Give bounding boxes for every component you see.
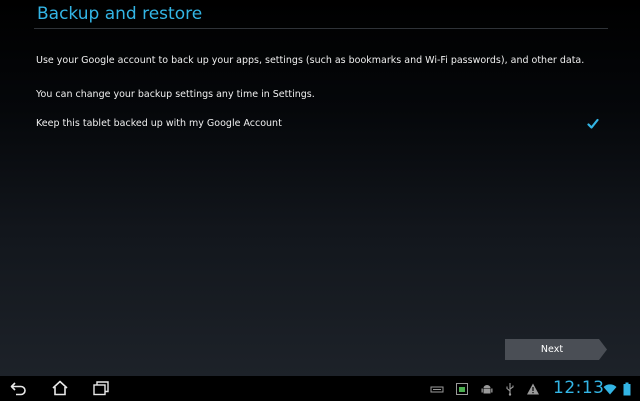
settings-note: You can change your backup settings any … xyxy=(36,89,315,100)
backup-description: Use your Google account to back up your … xyxy=(36,55,585,66)
warning-icon xyxy=(526,381,540,395)
keyboard-icon xyxy=(430,381,444,395)
clock: 12:13 xyxy=(553,378,605,398)
next-button-label: Next xyxy=(540,344,564,355)
next-button[interactable]: Next xyxy=(505,339,607,360)
usb-icon xyxy=(503,381,517,396)
battery-icon xyxy=(622,381,632,396)
screenshot-icon xyxy=(455,381,469,395)
backup-checkbox[interactable] xyxy=(586,116,600,130)
back-icon[interactable] xyxy=(9,379,29,397)
android-debug-icon xyxy=(480,381,494,395)
title-divider xyxy=(34,28,608,29)
system-bar: 12:13 xyxy=(0,376,640,400)
checkmark-icon xyxy=(587,118,599,129)
home-icon[interactable] xyxy=(50,379,70,397)
recent-apps-icon[interactable] xyxy=(91,379,111,397)
wifi-icon xyxy=(603,381,617,395)
setup-screen: Backup and restore Use your Google accou… xyxy=(0,0,640,376)
backup-option-label[interactable]: Keep this tablet backed up with my Googl… xyxy=(36,118,282,130)
page-title: Backup and restore xyxy=(37,4,203,24)
